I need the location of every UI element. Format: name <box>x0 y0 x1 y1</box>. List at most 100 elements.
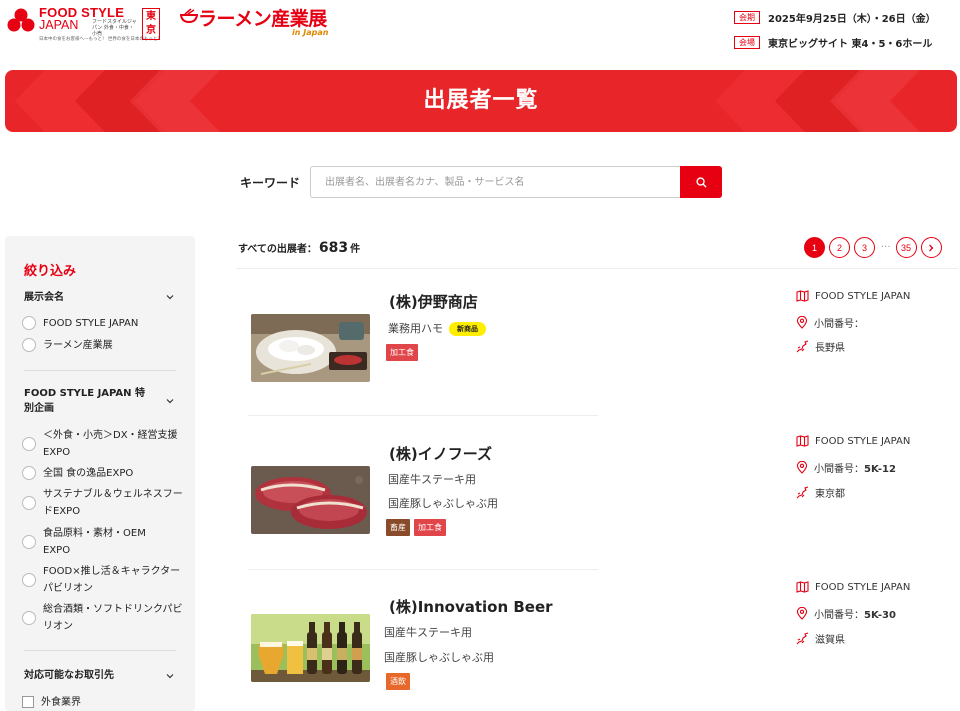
chevron-down-icon[interactable] <box>165 396 175 406</box>
radio-button[interactable] <box>22 437 36 451</box>
filter-sidebar: 絞り込み 展示会名 FOOD STYLE JAPAN ラーメン産業展 FOOD … <box>5 236 195 711</box>
ramen-expo-logo[interactable]: ラーメン産業展 in Japan <box>180 4 340 40</box>
filter-option-label: 食品原料・素材・OEM EXPO <box>43 528 146 556</box>
ramen-bowl-icon <box>180 8 198 24</box>
product-name: 国産牛ステーキ用 <box>388 473 476 486</box>
filter-option-sustainable-expo[interactable]: サステナブル＆ウェルネスフードEXPO <box>22 486 192 520</box>
location-pin-icon <box>796 607 808 620</box>
category-tags: 酒飲 <box>386 673 414 690</box>
exhibitor-name[interactable]: (株)イノフーズ <box>389 443 492 464</box>
filter-option-dx-expo[interactable]: ＜外食・小売＞DX・経営支援EXPO <box>22 427 192 461</box>
booth-label: 小間番号： <box>814 319 864 330</box>
period-text: 2025年9月25日（木）・26日（金） <box>768 13 936 25</box>
filter-option-oshikatsu[interactable]: FOOD×推し活＆キャラクターパビリオン <box>22 563 192 597</box>
page-button-1[interactable]: 1 <box>804 237 825 258</box>
fsj-logo-small: フードスタイルジャパン 外食・中食・小売 <box>92 19 137 37</box>
beer-bottles-illustration <box>251 614 370 682</box>
exhibition-name: FOOD STYLE JAPAN <box>815 290 911 302</box>
booth-label: 小間番号： <box>814 610 864 621</box>
page-button-2[interactable]: 2 <box>829 237 850 258</box>
chevron-down-icon[interactable] <box>165 292 175 302</box>
result-count-label: すべての出展者： <box>238 244 317 255</box>
map-icon <box>796 435 809 447</box>
radio-button[interactable] <box>22 573 36 587</box>
exhibition-row: FOOD STYLE JAPAN <box>796 290 910 302</box>
exhibitor-card[interactable]: (株)Innovation Beer 国産牛ステーキ用 国産豚しゃぶしゃぶ用 酒… <box>236 576 958 711</box>
fsj-logo-sub: JAPAN <box>39 18 79 32</box>
exhibitor-meta: FOOD STYLE JAPAN 小間番号： 長野県 <box>796 276 956 396</box>
booth-row: 小間番号：5K-30 <box>796 606 896 621</box>
exhibition-row: FOOD STYLE JAPAN <box>796 581 910 593</box>
filter-section-trade-partners[interactable]: 対応可能なお取引先 <box>24 668 154 683</box>
filter-option-restaurant-industry[interactable]: 外食業界 <box>22 694 192 711</box>
filter-option-label: サステナブル＆ウェルネスフードEXPO <box>43 489 183 517</box>
prefecture: 東京都 <box>815 489 845 500</box>
region-icon <box>796 340 809 353</box>
exhibitor-name[interactable]: (株)Innovation Beer <box>389 596 553 617</box>
product-name: 国産豚しゃぶしゃぶ用 <box>388 497 498 510</box>
booth-number: 小間番号： <box>814 315 864 330</box>
site-header: FOOD STYLE JAPAN フードスタイルジャパン 外食・中食・小売 日本… <box>0 0 960 60</box>
exhibitor-card[interactable]: (株)伊野商店 業務用ハモ 新商品 加工食 FOOD STYLE JAPAN 小間… <box>236 276 958 416</box>
page-button-last[interactable]: 35 <box>895 237 917 258</box>
event-venue-row: 会場 東京ビッグサイト 東4・5・6ホール <box>734 31 960 53</box>
radio-button[interactable] <box>22 611 36 625</box>
filter-option-oem-expo[interactable]: 食品原料・素材・OEM EXPO <box>22 525 192 559</box>
exhibitor-name[interactable]: (株)伊野商店 <box>389 291 478 312</box>
product-name: 国産豚しゃぶしゃぶ用 <box>384 651 494 664</box>
divider <box>248 415 598 416</box>
hamo-dish-illustration <box>251 314 370 382</box>
keyword-label: キーワード <box>240 176 301 190</box>
product-name: 業務用ハモ <box>388 322 443 335</box>
exhibitor-image[interactable] <box>251 466 370 534</box>
result-count: すべての出展者： 683 件 <box>238 240 360 256</box>
filter-option-label: FOOD×推し活＆キャラクターパビリオン <box>43 566 181 594</box>
booth-label: 小間番号： <box>814 464 864 475</box>
keyword-search-input[interactable] <box>310 166 680 198</box>
booth-number: 小間番号：5K-30 <box>814 606 896 621</box>
filter-option-label: FOOD STYLE JAPAN <box>43 318 139 329</box>
page-button-3[interactable]: 3 <box>854 237 875 258</box>
category-tag: 畜産 <box>386 519 410 536</box>
result-count-value: 683 <box>318 240 349 256</box>
radio-button[interactable] <box>22 496 36 510</box>
location-pin-icon <box>796 316 808 329</box>
filter-option-beverage[interactable]: 総合酒類・ソフトドリンクパビリオン <box>22 601 192 635</box>
exhibitor-card[interactable]: (株)イノフーズ 国産牛ステーキ用 国産豚しゃぶしゃぶ用 畜産 加工食 FOOD… <box>236 424 958 570</box>
category-tags: 加工食 <box>386 344 422 361</box>
exhibitor-meta: FOOD STYLE JAPAN 小間番号：5K-30 滋賀県 <box>796 576 956 696</box>
exhibitor-image[interactable] <box>251 614 370 682</box>
checkbox[interactable] <box>22 696 34 708</box>
prefecture-row: 長野県 <box>796 339 845 354</box>
fsj-logo-tokyo-tag: 東京 <box>142 8 160 40</box>
prefecture: 長野県 <box>815 343 845 354</box>
filter-option-ippin-expo[interactable]: 全国 食の逸品EXPO <box>22 465 192 482</box>
radio-button[interactable] <box>22 316 36 330</box>
event-period-row: 会期 2025年9月25日（木）・26日（金） <box>734 6 960 28</box>
chevron-down-icon[interactable] <box>165 671 175 681</box>
new-product-badge: 新商品 <box>449 322 486 336</box>
product-line: 業務用ハモ 新商品 <box>388 320 486 336</box>
next-page-button[interactable] <box>920 237 942 258</box>
map-icon <box>796 581 809 593</box>
page-banner: 出展者一覧 <box>5 70 957 132</box>
category-tag: 加工食 <box>414 519 446 536</box>
divider <box>24 650 176 651</box>
filter-section-special[interactable]: FOOD STYLE JAPAN 特別企画 <box>24 386 154 416</box>
filter-option-ramen[interactable]: ラーメン産業展 <box>22 337 192 354</box>
radio-button[interactable] <box>22 466 36 480</box>
filter-option-fsj[interactable]: FOOD STYLE JAPAN <box>22 315 192 332</box>
search-button[interactable] <box>680 166 722 198</box>
food-style-japan-logo[interactable]: FOOD STYLE JAPAN フードスタイルジャパン 外食・中食・小売 日本… <box>6 4 162 42</box>
exhibitor-meta: FOOD STYLE JAPAN 小間番号：5K-12 東京都 <box>796 424 956 544</box>
booth-row: 小間番号： <box>796 315 864 330</box>
filter-option-label: ＜外食・小売＞DX・経営支援EXPO <box>43 430 178 458</box>
page-ellipsis: ··· <box>881 242 891 253</box>
radio-button[interactable] <box>22 338 36 352</box>
page-title: 出展者一覧 <box>423 88 539 113</box>
exhibition-row: FOOD STYLE JAPAN <box>796 435 910 447</box>
exhibition-name: FOOD STYLE JAPAN <box>815 581 911 593</box>
exhibitor-image[interactable] <box>251 314 370 382</box>
radio-button[interactable] <box>22 535 36 549</box>
filter-section-exhibition[interactable]: 展示会名 <box>24 290 154 305</box>
